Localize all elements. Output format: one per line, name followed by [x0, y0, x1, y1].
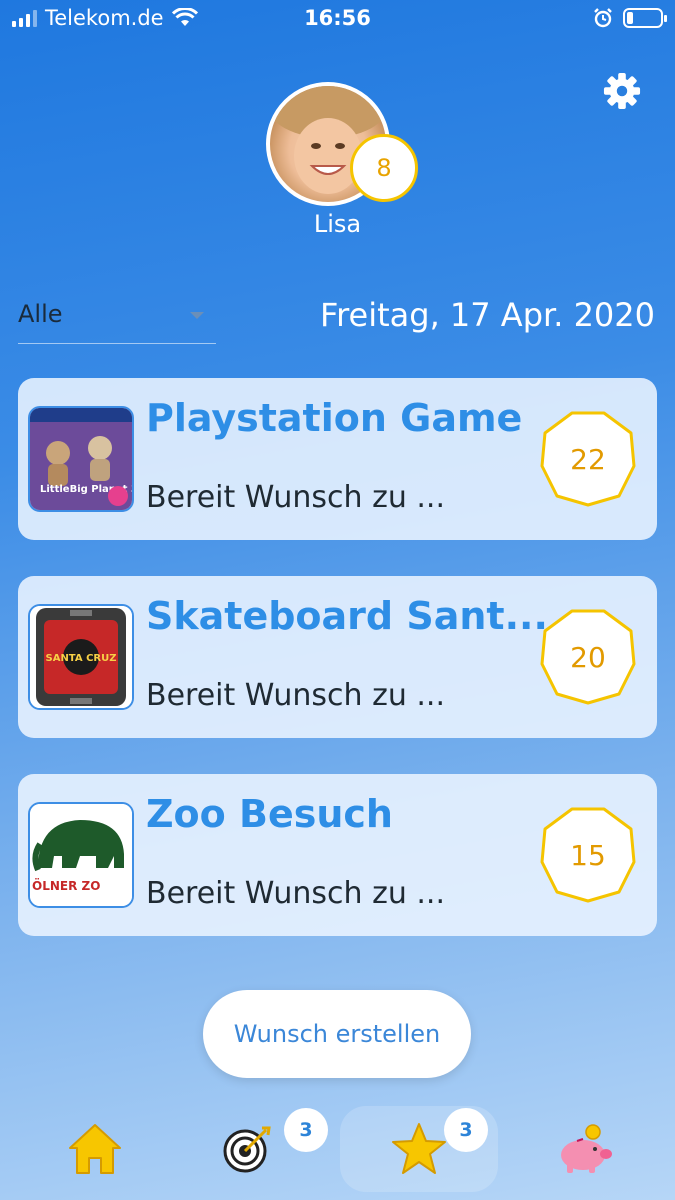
- points-badge: 15: [539, 806, 637, 904]
- current-date: Freitag, 17 Apr. 2020: [319, 296, 655, 334]
- wish-thumbnail: SANTA CRUZ: [28, 604, 134, 710]
- points-value: 22: [570, 442, 606, 476]
- chevron-down-icon: [190, 312, 204, 319]
- create-wish-button[interactable]: Wunsch erstellen: [203, 990, 471, 1078]
- points-value: 20: [570, 640, 606, 674]
- star-icon: [392, 1123, 446, 1174]
- tab-wishes[interactable]: 3: [340, 1106, 498, 1192]
- alarm-icon: [594, 8, 612, 28]
- profile-avatar[interactable]: 8: [266, 82, 418, 206]
- tab-home[interactable]: [50, 1106, 140, 1192]
- wish-title: Skateboard Sant...: [146, 594, 548, 638]
- points-badge: 20: [539, 608, 637, 706]
- wish-thumbnail-text: SANTA CRUZ: [46, 653, 117, 664]
- battery-icon: [623, 8, 667, 28]
- piggy-bank-icon: [561, 1124, 612, 1173]
- wish-title: Zoo Besuch: [146, 792, 393, 836]
- filter-dropdown[interactable]: Alle: [18, 294, 216, 344]
- wishes-count-badge: 3: [444, 1108, 488, 1152]
- tab-bar: 3 3: [0, 1098, 675, 1200]
- filter-value: Alle: [18, 300, 63, 328]
- target-icon: [223, 1126, 271, 1173]
- home-icon: [69, 1124, 121, 1174]
- clock: 16:56: [304, 6, 371, 30]
- wish-status: Bereit Wunsch zu ...: [146, 480, 446, 515]
- tab-goals[interactable]: 3: [202, 1106, 328, 1192]
- points-badge: 22: [539, 410, 637, 508]
- points-value: 15: [570, 838, 606, 872]
- gear-icon[interactable]: [603, 72, 641, 110]
- wish-thumbnail: LittleBig Planet 3: [28, 406, 134, 512]
- wish-card[interactable]: SANTA CRUZ Skateboard Sant... Bereit Wun…: [18, 576, 657, 738]
- wish-card[interactable]: LittleBig Planet 3 Playstation Game Bere…: [18, 378, 657, 540]
- status-bar: Telekom.de 16:56: [0, 0, 675, 38]
- profile-name: Lisa: [313, 210, 362, 238]
- wish-card[interactable]: ÖLNER ZO Zoo Besuch Bereit Wunsch zu ...…: [18, 774, 657, 936]
- wish-thumbnail: ÖLNER ZO: [28, 802, 134, 908]
- wish-status: Bereit Wunsch zu ...: [146, 678, 446, 713]
- goals-count-badge: 3: [284, 1108, 328, 1152]
- wish-status: Bereit Wunsch zu ...: [146, 876, 446, 911]
- wish-thumbnail-text: ÖLNER ZO: [32, 878, 100, 893]
- wish-title: Playstation Game: [146, 396, 523, 440]
- tab-savings[interactable]: [540, 1106, 630, 1192]
- level-badge: 8: [350, 134, 418, 202]
